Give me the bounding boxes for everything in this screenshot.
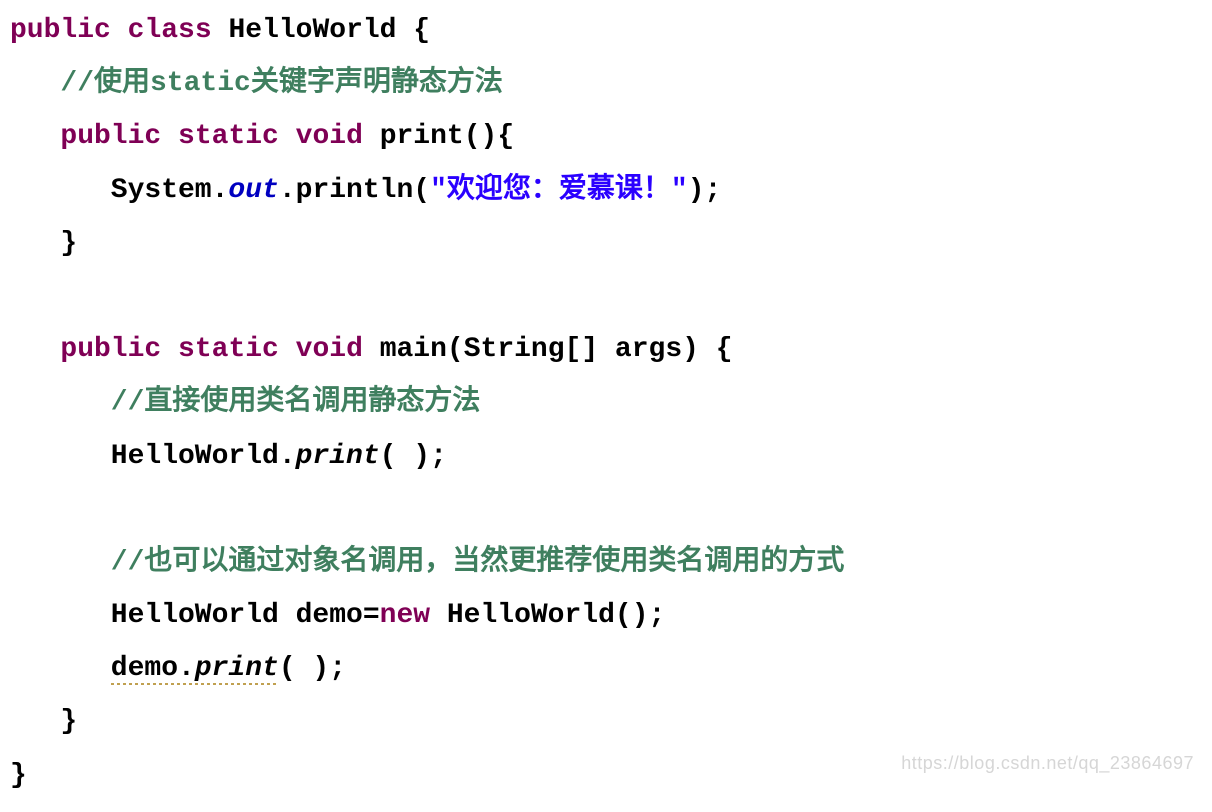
line-5: } [10,228,77,259]
demo-prefix: demo. [111,653,195,685]
line-8: //直接使用类名调用静态方法 [10,387,480,418]
keyword-public: public [10,15,111,46]
line-9: HelloWorld.print( ); [10,441,447,472]
line-4: System.out.println("欢迎您：爱慕课！"); [10,175,721,206]
line-15: } [10,760,27,791]
code-block: public class HelloWorld { //使用static关键字声… [0,0,1212,812]
line-10-blank [10,494,27,525]
demo-print: print [195,653,279,685]
out-field: out [228,175,278,206]
call-rest: ( ); [380,441,447,472]
keyword-class: class [128,15,212,46]
system-ref: System. [111,175,229,206]
demo-rest: ( ); [279,653,346,684]
line-13: demo.print( ); [10,653,346,684]
line-11: //也可以通过对象名调用，当然更推荐使用类名调用的方式 [10,547,844,578]
line-1: public class HelloWorld { [10,15,430,46]
classname: HelloWorld { [212,15,430,46]
close-paren: ); [688,175,722,206]
keyword-public: public [60,334,161,365]
method-main-sig: main(String[] args) { [363,334,733,365]
println-call: .println( [279,175,430,206]
call-print: print [296,441,380,472]
keyword-void: void [296,121,363,152]
comment-object-call: //也可以通过对象名调用，当然更推荐使用类名调用的方式 [111,547,845,578]
line-6-blank [10,281,27,312]
keyword-static: static [178,334,279,365]
line-14: } [10,706,77,737]
line-3: public static void print(){ [10,121,514,152]
keyword-void: void [296,334,363,365]
line-7: public static void main(String[] args) { [10,334,733,365]
new-rest: HelloWorld(); [430,600,665,631]
line-2: //使用static关键字声明静态方法 [10,68,503,99]
keyword-static: static [178,121,279,152]
method-print-sig: print(){ [363,121,514,152]
keyword-public: public [60,121,161,152]
brace-close: } [60,228,77,259]
comment-static-decl: //使用static关键字声明静态方法 [60,68,502,99]
keyword-new: new [380,600,430,631]
call-prefix: HelloWorld. [111,441,296,472]
line-12: HelloWorld demo=new HelloWorld(); [10,600,665,631]
string-literal: "欢迎您：爱慕课！" [430,175,688,206]
brace-close: } [10,760,27,791]
new-prefix: HelloWorld demo= [111,600,380,631]
brace-close: } [60,706,77,737]
comment-classname-call: //直接使用类名调用静态方法 [111,387,481,418]
